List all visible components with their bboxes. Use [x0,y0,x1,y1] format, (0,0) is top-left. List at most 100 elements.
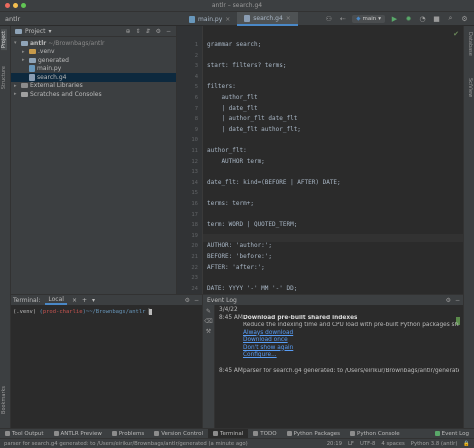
terminal-button[interactable]: Terminal [208,428,249,439]
hide-icon[interactable]: − [166,28,171,35]
tree-item-venv[interactable]: ▸ .venv [11,48,176,57]
tab-terminal-local[interactable]: Local [45,296,67,305]
chevron-right-icon[interactable]: ▸ [14,83,19,89]
project-tool-button[interactable]: Project [1,29,7,51]
code-line[interactable]: | author_flt date_flt [207,115,297,122]
code-line[interactable]: filters: [207,83,236,90]
stop-icon[interactable]: ■ [432,14,441,23]
todo-button[interactable]: TODO [248,429,281,439]
line-number[interactable]: 3 [195,63,198,69]
code-editor[interactable]: 1234567891011121314151617181920212223242… [177,26,463,294]
line-number[interactable]: 17 [191,212,198,218]
line-number[interactable]: 2 [195,53,198,59]
line-number[interactable]: 8 [195,116,198,122]
coverage-icon[interactable]: ◔ [418,14,427,23]
file-encoding[interactable]: UTF-8 [360,441,375,447]
code-line[interactable]: | date_flt [207,105,257,112]
settings-icon[interactable]: ⚙ [460,14,469,23]
debug-icon[interactable]: ✹ [404,14,413,23]
antlr-preview-button[interactable]: ANTLR Preview [49,429,107,439]
collapse-all-icon[interactable]: ⇕ [136,28,141,35]
line-number[interactable]: 1 [195,42,198,48]
lock-icon[interactable]: 🔒 [463,441,470,447]
line-number[interactable]: 14 [191,180,198,186]
expand-all-icon[interactable]: ⇵ [146,28,151,35]
line-number[interactable]: 24 [191,286,198,292]
tree-root[interactable]: ▾ antlr ~/Brownbags/antlr [11,39,176,48]
tool-output-button[interactable]: Tool Output [0,429,49,439]
gear-icon[interactable]: ⚙ [156,28,161,35]
code-line[interactable]: AUTHOR term; [207,158,264,165]
tab-main-py[interactable]: main.py × [182,12,237,26]
line-number[interactable]: 13 [191,169,198,175]
close-tab-icon[interactable]: × [72,297,77,304]
structure-tool-button[interactable]: Structure [1,66,7,89]
code-line[interactable]: terms: term+; [207,200,254,207]
tree-item-main-py[interactable]: main.py [11,65,176,74]
download-once-link[interactable]: Download once [243,337,288,345]
python-packages-button[interactable]: Python Packages [282,429,345,439]
line-number[interactable]: 23 [191,275,198,281]
line-number[interactable]: 9 [195,127,198,133]
line-number[interactable]: 6 [195,95,198,101]
line-number[interactable]: 10 [191,137,198,143]
dont-show-again-link[interactable]: Don't show again [243,345,293,353]
locate-icon[interactable]: ⊕ [125,28,130,35]
tree-item-search-g4[interactable]: search.g4 [11,73,176,82]
user-icon[interactable]: ⚇ [324,14,333,23]
line-number[interactable]: 19 [191,233,198,239]
configure-link[interactable]: Configure... [243,352,277,360]
clear-icon[interactable]: ⌫ [203,318,214,325]
event-log-button[interactable]: Event Log [430,429,474,439]
python-interpreter[interactable]: Python 3.8 (antlr) [411,441,458,447]
branch-selector[interactable]: ◆ main ▾ [352,14,385,23]
always-download-link[interactable]: Always download [243,330,293,338]
sciview-tool-button[interactable]: SciView [467,78,473,97]
chevron-down-icon[interactable]: ▾ [92,297,95,304]
problems-button[interactable]: Problems [107,429,149,439]
add-icon[interactable]: + [82,297,87,304]
indent-setting[interactable]: 4 spaces [381,441,404,447]
hide-icon[interactable]: − [455,297,460,304]
line-number[interactable]: 5 [195,84,198,90]
code-line[interactable]: start: filters? terms; [207,62,286,69]
tree-item-external-libraries[interactable]: ▸ External Libraries [11,82,176,91]
line-number[interactable]: 16 [191,201,198,207]
code-line[interactable]: AUTHOR: 'author:'; [207,242,272,249]
line-separator[interactable]: LF [348,441,354,447]
code-line[interactable]: date_flt: kind=(BEFORE | AFTER) DATE; [207,179,341,186]
code-line[interactable]: AFTER: 'after:'; [207,264,265,271]
hide-icon[interactable]: − [194,297,199,304]
breadcrumb-project[interactable]: antlr [5,15,20,23]
wrench-icon[interactable]: ⚒ [203,328,214,335]
line-number[interactable]: 11 [191,148,198,154]
search-icon[interactable]: ⌕ [446,14,455,23]
line-number[interactable]: 18 [191,222,198,228]
run-icon[interactable]: ▶ [390,14,399,23]
code-line[interactable]: grammar search; [207,41,261,48]
caret-position[interactable]: 20:19 [327,441,342,447]
chevron-right-icon[interactable]: ▸ [22,57,27,63]
line-number[interactable]: 15 [191,190,198,196]
project-panel-title[interactable]: Project [25,28,46,35]
gear-icon[interactable]: ⚙ [185,297,190,304]
code-line[interactable]: author_flt: [207,147,247,154]
python-console-button[interactable]: Python Console [345,429,405,439]
code-line[interactable]: | date_flt author_flt; [207,126,300,133]
close-tab-icon[interactable]: × [286,15,291,22]
line-number[interactable]: 12 [191,159,198,165]
tab-search-g4[interactable]: search.g4 × [237,12,298,26]
terminal-prompt[interactable]: (.venv) (prod-charlie)~~/Brownbags/antlr… [11,305,202,319]
code-line[interactable]: term: WORD | QUOTED_TERM; [207,221,297,228]
back-arrow-icon[interactable]: ⇠ [338,14,347,23]
chevron-right-icon[interactable]: ▸ [22,49,27,55]
status-message[interactable]: parser for search.g4 generated: to /User… [4,441,248,447]
code-line[interactable]: BEFORE: 'before:'; [207,253,272,260]
line-number[interactable]: 22 [191,265,198,271]
bookmarks-tool-button[interactable]: Bookmarks [1,386,7,414]
gear-icon[interactable]: ⚙ [446,297,451,304]
tree-item-generated[interactable]: ▸ generated [11,56,176,65]
line-number[interactable]: 7 [195,106,198,112]
inspection-ok-icon[interactable]: ✔ [453,30,459,38]
code-line[interactable]: DATE: YYYY '-' MM '-' DD; [207,285,297,292]
